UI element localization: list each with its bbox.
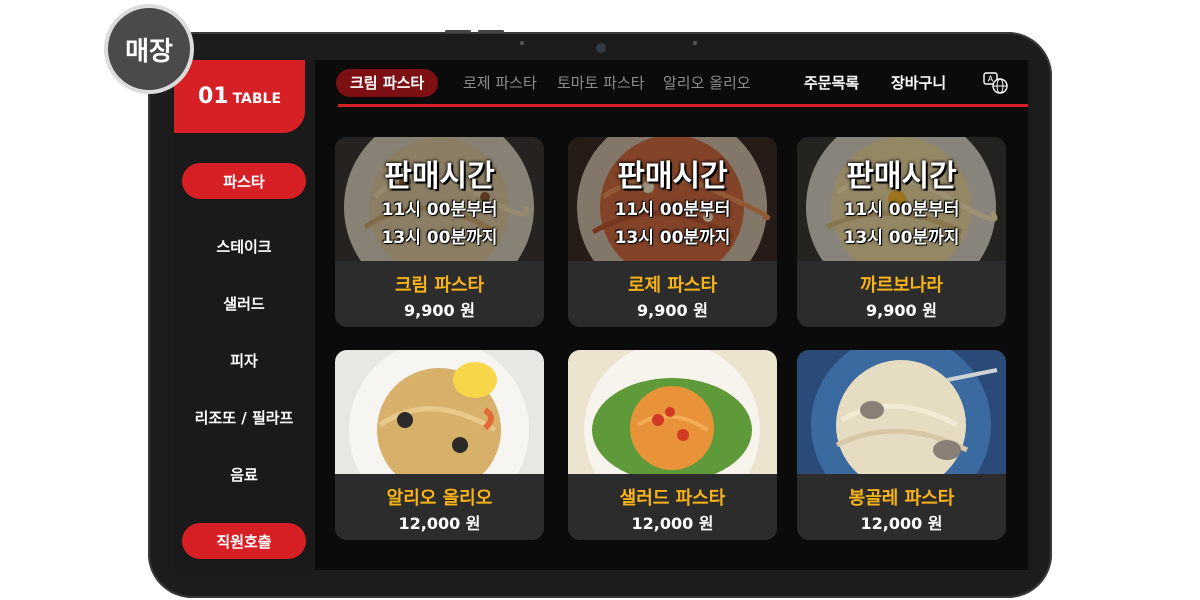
vongole-pasta-photo: [797, 350, 1006, 474]
call-staff-button[interactable]: 직원호출: [182, 523, 306, 559]
menu-card-info: 알리오 올리오 12,000 원: [335, 474, 544, 540]
tablet-button: [478, 30, 504, 33]
menu-name: 봉골레 파스타: [848, 488, 955, 509]
tab-tomato-pasta[interactable]: 토마토 파스타: [557, 69, 645, 97]
sidebar-item-salad[interactable]: 샐러드: [182, 285, 306, 321]
table-number: 01: [197, 84, 229, 109]
table-number-tag: 01 TABLE: [174, 60, 305, 133]
menu-card-info: 봉골레 파스타 12,000 원: [797, 474, 1006, 540]
tab-cream-pasta[interactable]: 크림 파스타: [336, 69, 439, 97]
salad-pasta-photo: [568, 350, 777, 474]
menu-name: 알리오 올리오: [386, 488, 493, 509]
menu-name: 까르보나라: [860, 275, 943, 296]
tablet-sensor: [693, 41, 697, 45]
sale-time-title: 판매시간: [617, 159, 728, 194]
menu-card-info: 크림 파스타 9,900 원: [335, 261, 544, 327]
menu-price: 9,900 원: [866, 301, 937, 320]
menu-price: 9,900 원: [404, 301, 475, 320]
aglio-olio-photo: [335, 350, 544, 474]
menu-price: 9,900 원: [637, 301, 708, 320]
sidebar-item-steak[interactable]: 스테이크: [182, 228, 306, 264]
menu-card-salad-pasta[interactable]: 샐러드 파스타 12,000 원: [568, 350, 777, 540]
sidebar-item-drinks[interactable]: 음료: [182, 456, 306, 492]
menu-name: 샐러드 파스타: [619, 488, 726, 509]
sidebar-item-pizza[interactable]: 피자: [182, 342, 306, 378]
menu-card-cream-pasta[interactable]: 판매시간 11시 00분부터 13시 00분까지 크림 파스타 9,900 원: [335, 137, 544, 327]
sale-time-to: 13시 00분까지: [843, 228, 960, 248]
sale-time-overlay: 판매시간 11시 00분부터 13시 00분까지: [568, 137, 777, 261]
cart-button[interactable]: 장바구니: [891, 69, 946, 97]
sidebar-item-risotto-pilaf[interactable]: 리조또 / 필라프: [182, 399, 306, 435]
menu-card-info: 샐러드 파스타 12,000 원: [568, 474, 777, 540]
sidebar: 01 TABLE 파스타 스테이크 샐러드 피자 리조또 / 필라프 음료 직원…: [174, 60, 315, 570]
tablet-sensor: [520, 41, 524, 45]
tab-underline: [338, 104, 1028, 107]
tablet-button: [445, 30, 471, 33]
menu-price: 12,000 원: [631, 514, 714, 533]
menu-card-rose-pasta[interactable]: 판매시간 11시 00분부터 13시 00분까지 로제 파스타 9,900 원: [568, 137, 777, 327]
sale-time-title: 판매시간: [846, 159, 957, 194]
tab-aglio-olio[interactable]: 알리오 올리오: [663, 69, 751, 97]
sale-time-title: 판매시간: [384, 159, 495, 194]
sale-time-from: 11시 00분부터: [614, 200, 731, 220]
sale-time-from: 11시 00분부터: [843, 200, 960, 220]
kiosk-screen: 01 TABLE 파스타 스테이크 샐러드 피자 리조또 / 필라프 음료 직원…: [174, 60, 1028, 570]
menu-card-info: 까르보나라 9,900 원: [797, 261, 1006, 327]
menu-card-vongole-pasta[interactable]: 봉골레 파스타 12,000 원: [797, 350, 1006, 540]
menu-card-info: 로제 파스타 9,900 원: [568, 261, 777, 327]
menu-card-aglio-olio[interactable]: 알리오 올리오 12,000 원: [335, 350, 544, 540]
order-list-button[interactable]: 주문목록: [804, 69, 859, 97]
menu-price: 12,000 원: [860, 514, 943, 533]
sale-time-to: 13시 00분까지: [614, 228, 731, 248]
category-tab-bar: 크림 파스타 로제 파스타 토마토 파스타 알리오 올리오 주문목록 장바구니 …: [315, 60, 1028, 104]
tab-rose-pasta[interactable]: 로제 파스타: [463, 69, 537, 97]
svg-text:A: A: [988, 75, 994, 84]
sidebar-item-pasta[interactable]: 파스타: [182, 163, 306, 199]
sale-time-overlay: 판매시간 11시 00분부터 13시 00분까지: [797, 137, 1006, 261]
menu-name: 크림 파스타: [394, 275, 485, 296]
table-label: TABLE: [232, 90, 282, 107]
menu-price: 12,000 원: [398, 514, 481, 533]
sale-time-overlay: 판매시간 11시 00분부터 13시 00분까지: [335, 137, 544, 261]
sale-time-to: 13시 00분까지: [381, 228, 498, 248]
menu-card-carbonara[interactable]: 판매시간 11시 00분부터 13시 00분까지 까르보나라 9,900 원: [797, 137, 1006, 327]
language-icon[interactable]: A: [982, 71, 1010, 95]
menu-name: 로제 파스타: [627, 275, 718, 296]
store-badge: 매장: [104, 4, 194, 94]
sale-time-from: 11시 00분부터: [381, 200, 498, 220]
tablet-camera: [596, 43, 606, 53]
